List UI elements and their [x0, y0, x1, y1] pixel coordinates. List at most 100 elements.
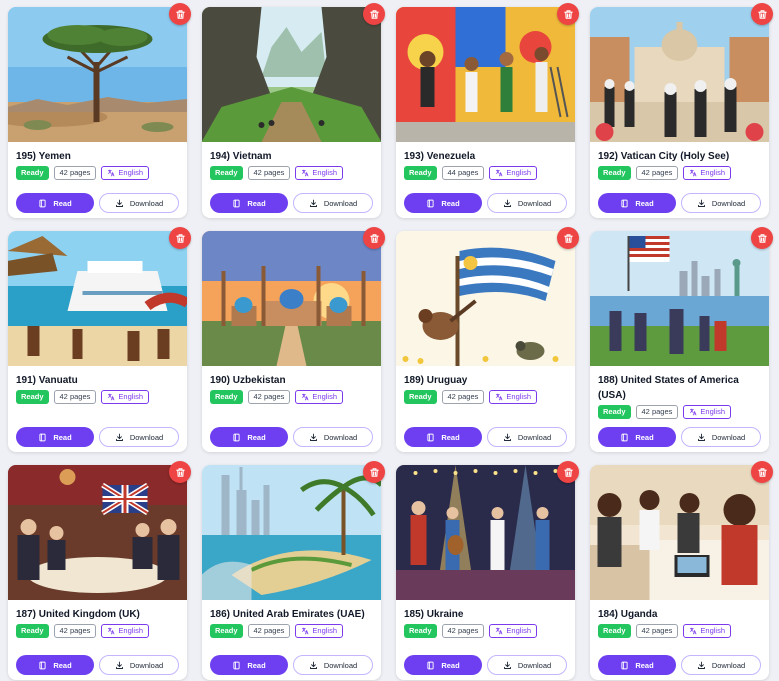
book-title: 191) Vanuatu [16, 375, 78, 386]
trash-icon[interactable] [169, 461, 191, 483]
download-button[interactable]: Download [99, 427, 179, 447]
read-button[interactable]: Read [598, 427, 676, 447]
book-title: 187) United Kingdom (UK) [16, 609, 140, 620]
language-label: English [312, 168, 337, 177]
translate-icon [689, 408, 697, 416]
translate-icon [107, 393, 115, 401]
trash-icon[interactable] [169, 3, 191, 25]
ready-badge: Ready [210, 390, 243, 404]
page-count-badge: 42 pages [247, 624, 291, 638]
download-button[interactable]: Download [681, 193, 761, 213]
read-button[interactable]: Read [598, 193, 676, 213]
book-cover-image[interactable] [590, 231, 769, 366]
book-card: 189) Uruguay Ready 42 pages English Read… [396, 227, 579, 452]
trash-icon[interactable] [363, 461, 385, 483]
trash-icon[interactable] [363, 227, 385, 249]
trash-icon[interactable] [169, 227, 191, 249]
ready-badge: Ready [16, 624, 49, 638]
download-button[interactable]: Download [293, 427, 373, 447]
book-title: 193) Venezuela [404, 151, 476, 162]
trash-icon[interactable] [363, 3, 385, 25]
trash-icon[interactable] [751, 227, 773, 249]
read-button[interactable]: Read [16, 427, 94, 447]
book-cover-image[interactable] [8, 231, 187, 366]
download-button[interactable]: Download [99, 193, 179, 213]
read-label: Read [635, 198, 654, 208]
trash-icon[interactable] [751, 461, 773, 483]
download-button[interactable]: Download [293, 655, 373, 675]
download-label: Download [517, 432, 552, 442]
translate-icon [301, 169, 309, 177]
read-button[interactable]: Read [16, 655, 94, 675]
translate-icon [301, 393, 309, 401]
book-icon [232, 661, 241, 670]
language-badge: English [295, 166, 343, 180]
download-button[interactable]: Download [293, 193, 373, 213]
download-label: Download [129, 660, 164, 670]
read-button[interactable]: Read [404, 193, 482, 213]
download-icon [503, 433, 512, 442]
read-button[interactable]: Read [598, 655, 676, 675]
download-icon [503, 199, 512, 208]
book-title: 186) United Arab Emirates (UAE) [210, 609, 365, 620]
read-button[interactable]: Read [210, 193, 288, 213]
download-label: Download [711, 432, 746, 442]
language-label: English [506, 168, 531, 177]
book-cover-image[interactable] [590, 465, 769, 600]
book-cover-image[interactable] [202, 465, 381, 600]
trash-icon[interactable] [557, 227, 579, 249]
trash-icon[interactable] [557, 3, 579, 25]
translate-icon [107, 627, 115, 635]
book-cover-image[interactable] [396, 465, 575, 600]
book-title: 192) Vatican City (Holy See) [598, 151, 730, 162]
language-label: English [118, 392, 143, 401]
book-icon [426, 199, 435, 208]
page-count-badge: 42 pages [53, 624, 97, 638]
book-cover-image[interactable] [396, 7, 575, 142]
ready-badge: Ready [404, 624, 437, 638]
book-cover-image[interactable] [396, 231, 575, 366]
read-button[interactable]: Read [16, 193, 94, 213]
read-label: Read [635, 660, 654, 670]
read-button[interactable]: Read [210, 655, 288, 675]
language-badge: English [295, 624, 343, 638]
download-button[interactable]: Download [487, 655, 567, 675]
read-label: Read [247, 198, 266, 208]
page-count-badge: 42 pages [441, 624, 485, 638]
language-badge: English [101, 166, 149, 180]
read-label: Read [247, 660, 266, 670]
download-button[interactable]: Download [681, 427, 761, 447]
book-cover-image[interactable] [8, 465, 187, 600]
book-icon [232, 199, 241, 208]
trash-icon[interactable] [557, 461, 579, 483]
book-icon [426, 661, 435, 670]
translate-icon [495, 627, 503, 635]
translate-icon [301, 627, 309, 635]
book-title: 194) Vietnam [210, 151, 272, 162]
download-button[interactable]: Download [487, 427, 567, 447]
page-count-badge: 42 pages [247, 166, 291, 180]
language-badge: English [683, 624, 731, 638]
ready-badge: Ready [16, 166, 49, 180]
read-button[interactable]: Read [210, 427, 288, 447]
book-icon [620, 433, 629, 442]
book-card: 190) Uzbekistan Ready 42 pages English R… [202, 227, 385, 452]
translate-icon [107, 169, 115, 177]
download-icon [503, 661, 512, 670]
read-button[interactable]: Read [404, 427, 482, 447]
book-cover-image[interactable] [8, 7, 187, 142]
download-button[interactable]: Download [99, 655, 179, 675]
book-cover-image[interactable] [202, 231, 381, 366]
download-button[interactable]: Download [681, 655, 761, 675]
book-cover-image[interactable] [202, 7, 381, 142]
page-count-badge: 42 pages [53, 390, 97, 404]
book-card: 192) Vatican City (Holy See) Ready 42 pa… [590, 3, 773, 218]
book-card: 193) Venezuela Ready 44 pages English Re… [396, 3, 579, 218]
page-count-badge: 42 pages [635, 166, 679, 180]
book-cover-image[interactable] [590, 7, 769, 142]
read-label: Read [441, 660, 460, 670]
ready-badge: Ready [598, 405, 631, 419]
trash-icon[interactable] [751, 3, 773, 25]
read-button[interactable]: Read [404, 655, 482, 675]
download-button[interactable]: Download [487, 193, 567, 213]
